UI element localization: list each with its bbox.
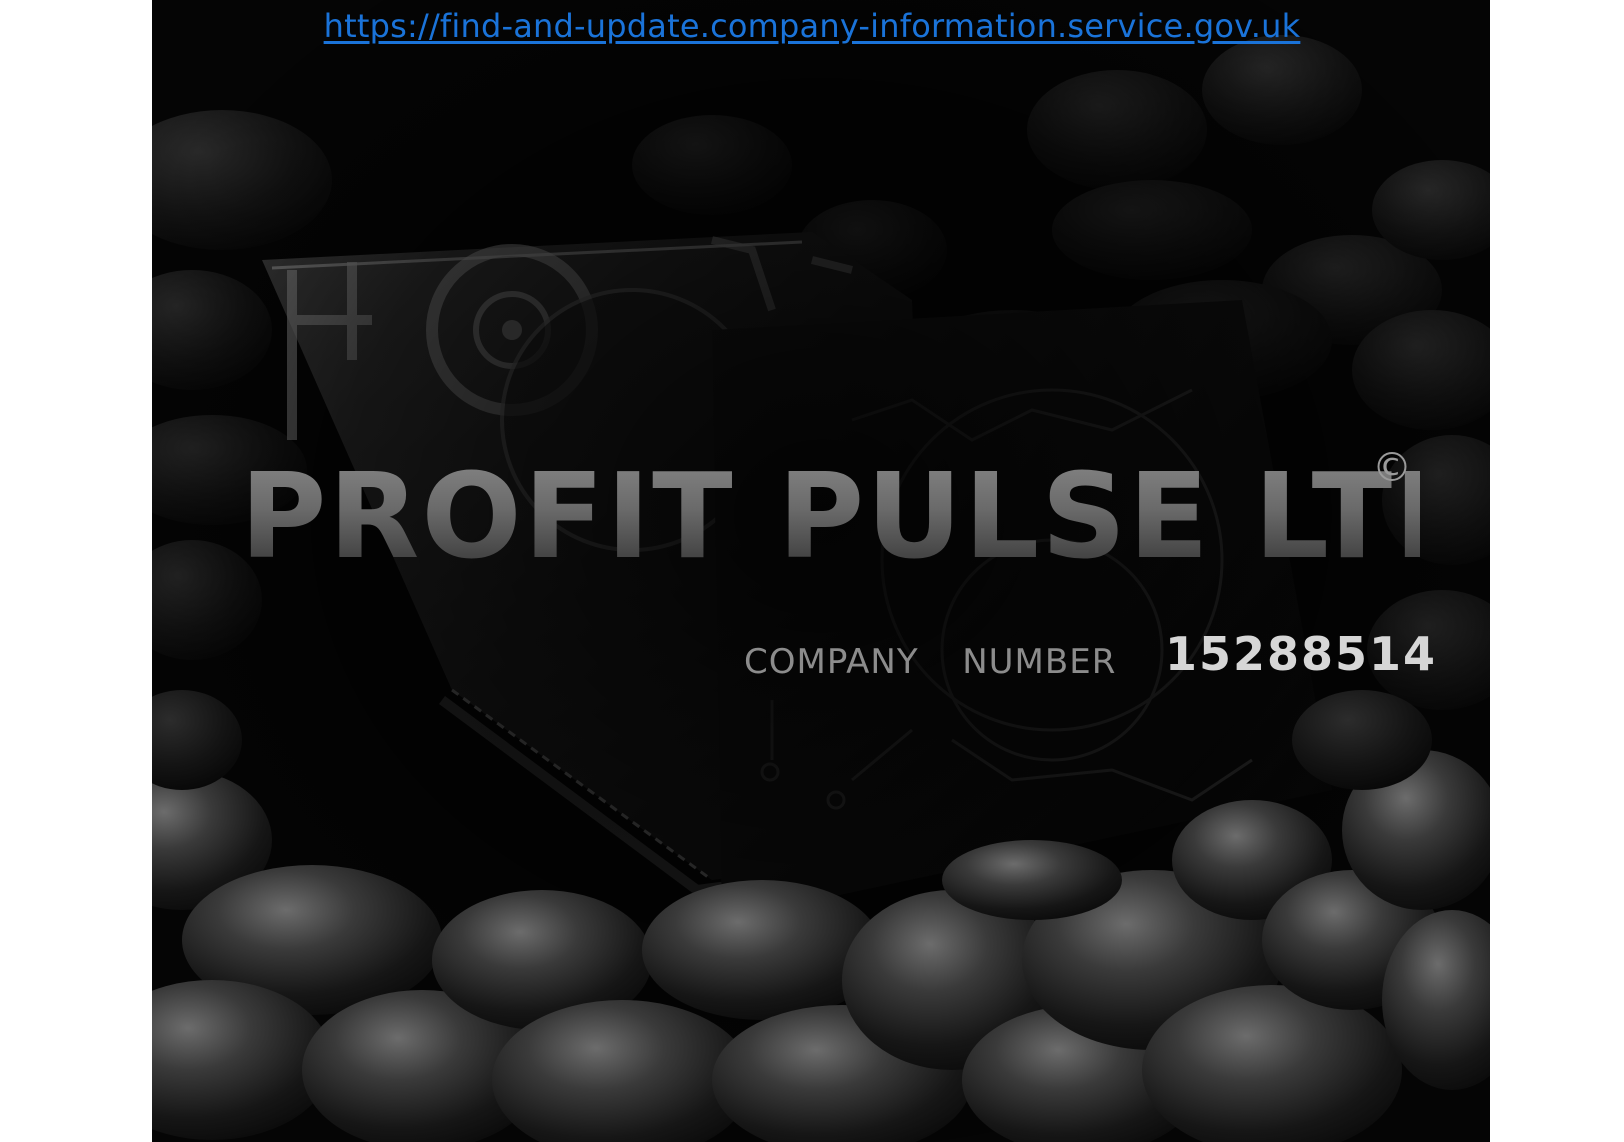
company-name-title: PROFIT PULSE LTD [240,447,1490,585]
company-number-label: COMPANY NUMBER [744,642,1117,682]
company-poster: PROFIT PULSE LTD © COMPANY NUMBER 152885… [152,0,1490,1142]
copyright-symbol: © [1372,445,1412,491]
company-information-link[interactable]: https://find-and-update.company-informat… [0,4,1624,48]
page: https://find-and-update.company-informat… [0,0,1624,1142]
company-number-value: 15288514 [1165,627,1438,681]
